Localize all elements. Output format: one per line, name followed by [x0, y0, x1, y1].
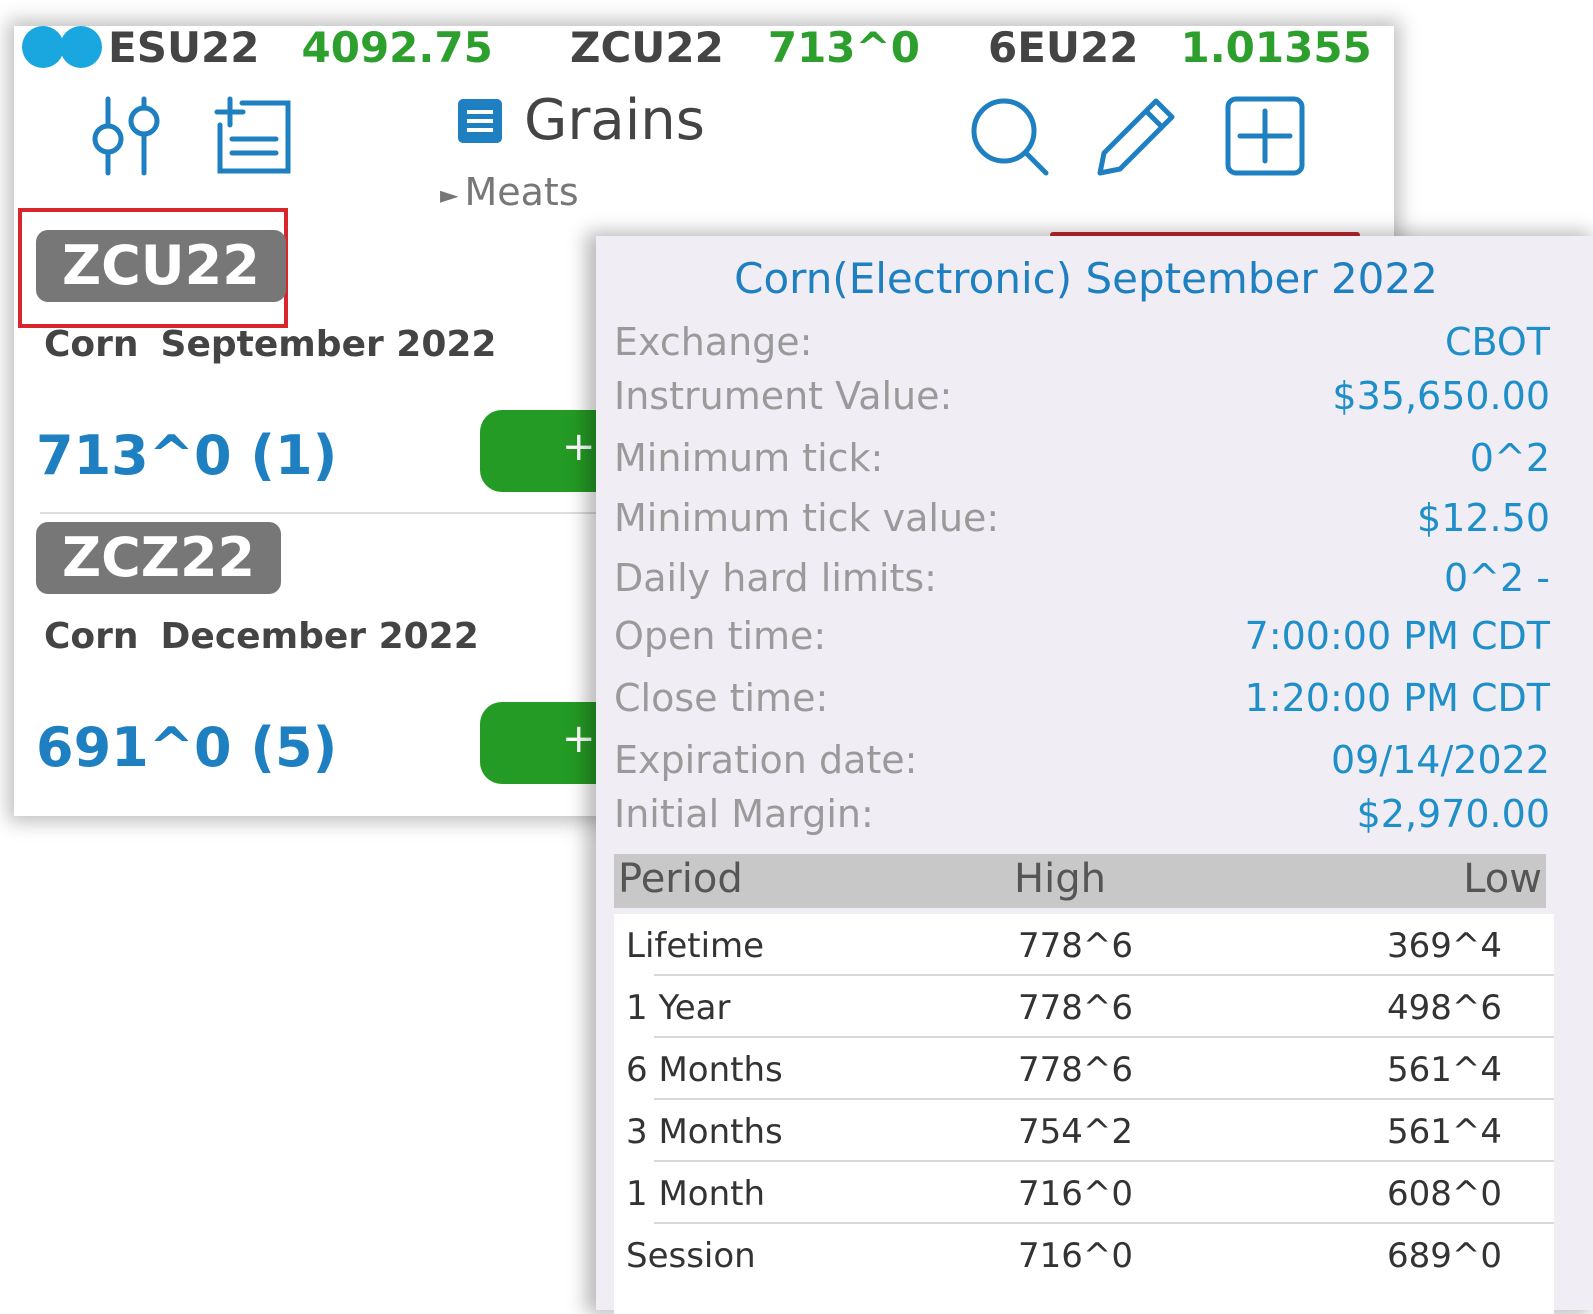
status-dot-icon — [22, 26, 64, 68]
symbol-badge[interactable]: ZCU22 — [36, 230, 286, 302]
period-cell: 6 Months — [626, 1050, 783, 1090]
high-cell: 716^0 — [1018, 1236, 1134, 1276]
info-label: Minimum tick value: — [614, 496, 1000, 540]
period-cell: 1 Year — [626, 988, 731, 1028]
info-value: 0^2 - — [1444, 556, 1550, 600]
low-cell: 561^4 — [1386, 1112, 1502, 1152]
info-label: Instrument Value: — [614, 374, 953, 418]
info-row-minimum-tick: Minimum tick: 0^2 — [614, 436, 1550, 480]
info-value: 1:20:00 PM CDT — [1244, 676, 1550, 720]
info-label: Minimum tick: — [614, 436, 884, 480]
table-row: 1 Year 778^6 498^6 — [614, 976, 1554, 1038]
period-cell: Lifetime — [626, 926, 765, 966]
ticker-item: 6EU22 1.01355 — [988, 22, 1372, 72]
info-row-daily-limits: Daily hard limits: 0^2 - — [614, 556, 1550, 600]
info-row-exchange: Exchange: CBOT — [614, 320, 1550, 364]
info-label: Daily hard limits: — [614, 556, 937, 600]
next-group-label: Meats — [464, 170, 579, 214]
contract-detail-popover: Corn(Electronic) September 2022 Exchange… — [596, 236, 1593, 1314]
add-list-icon[interactable] — [212, 95, 294, 177]
low-cell: 369^4 — [1386, 926, 1502, 966]
history-table-header: Period High Low — [614, 854, 1546, 908]
low-cell: 689^0 — [1386, 1236, 1502, 1276]
table-row: 6 Months 778^6 561^4 — [614, 1038, 1554, 1100]
list-icon — [458, 98, 502, 143]
high-cell: 778^6 — [1018, 1050, 1134, 1090]
contract-month: September 2022 — [160, 324, 497, 365]
info-row-expiration: Expiration date: 09/14/2022 — [614, 738, 1550, 782]
low-cell: 498^6 — [1386, 988, 1502, 1028]
pencil-icon[interactable] — [1096, 95, 1178, 177]
info-row-close-time: Close time: 1:20:00 PM CDT — [614, 676, 1550, 720]
history-table: Lifetime 778^6 369^4 1 Year 778^6 498^6 … — [614, 914, 1554, 1314]
info-value: CBOT — [1444, 320, 1550, 364]
status-dot-icon — [60, 26, 102, 68]
high-cell: 778^6 — [1018, 926, 1134, 966]
high-cell: 716^0 — [1018, 1174, 1134, 1214]
contract-name: Corn — [44, 616, 139, 657]
info-value: $2,970.00 — [1356, 792, 1550, 836]
period-cell: 3 Months — [626, 1112, 783, 1152]
low-cell: 561^4 — [1386, 1050, 1502, 1090]
info-value: 09/14/2022 — [1330, 738, 1550, 782]
column-header-high: High — [1014, 856, 1106, 902]
group-selector[interactable]: Grains — [458, 88, 705, 153]
ticker-symbol[interactable]: ZCU22 — [570, 23, 724, 72]
ticker-value: 1.01355 — [1180, 22, 1372, 72]
contract-description: Corn December 2022 — [44, 616, 479, 657]
period-cell: 1 Month — [626, 1174, 766, 1214]
low-cell: 608^0 — [1386, 1174, 1502, 1214]
contract-price: 713^0 (1) — [36, 424, 338, 487]
contract-description: Corn September 2022 — [44, 324, 496, 365]
info-value: 7:00:00 PM CDT — [1244, 614, 1550, 658]
high-cell: 778^6 — [1018, 988, 1134, 1028]
ticker-symbol[interactable]: ESU22 — [108, 23, 260, 72]
info-label: Close time: — [614, 676, 829, 720]
info-row-initial-margin: Initial Margin: $2,970.00 — [614, 792, 1550, 836]
info-row-minimum-tick-value: Minimum tick value: $12.50 — [614, 496, 1550, 540]
table-row: 1 Month 716^0 608^0 — [614, 1162, 1554, 1224]
sliders-icon[interactable] — [86, 95, 168, 177]
divider — [40, 512, 640, 514]
table-row: 3 Months 754^2 561^4 — [614, 1100, 1554, 1162]
info-label: Expiration date: — [614, 738, 918, 782]
plus-icon: + — [562, 424, 596, 470]
info-label: Initial Margin: — [614, 792, 874, 836]
info-value: 0^2 — [1469, 436, 1550, 480]
plus-icon: + — [562, 716, 596, 762]
triangle-right-icon: ► — [440, 180, 459, 209]
column-header-period: Period — [618, 856, 743, 902]
info-value: $35,650.00 — [1332, 374, 1550, 418]
next-group-link[interactable]: ► Meats — [440, 170, 579, 214]
ticker-item: ZCU22 713^0 — [570, 22, 920, 72]
table-row: Lifetime 778^6 369^4 — [614, 914, 1554, 976]
info-row-open-time: Open time: 7:00:00 PM CDT — [614, 614, 1550, 658]
info-row-instrument-value: Instrument Value: $35,650.00 — [614, 374, 1550, 418]
detail-title: Corn(Electronic) September 2022 — [734, 254, 1438, 303]
info-value: $12.50 — [1417, 496, 1550, 540]
info-label: Open time: — [614, 614, 827, 658]
ticker-symbol[interactable]: 6EU22 — [988, 23, 1138, 72]
period-cell: Session — [626, 1236, 756, 1276]
high-cell: 754^2 — [1018, 1112, 1134, 1152]
column-header-low: Low — [1463, 856, 1542, 902]
ticker-value: 4092.75 — [301, 22, 493, 72]
symbol-badge[interactable]: ZCZ22 — [36, 522, 282, 594]
info-label: Exchange: — [614, 320, 813, 364]
contract-name: Corn — [44, 324, 139, 365]
ticker-value: 713^0 — [767, 22, 920, 72]
search-icon[interactable] — [968, 95, 1050, 177]
ticker-bar: ESU22 4092.75 — [22, 22, 493, 72]
plus-square-icon[interactable] — [1224, 95, 1306, 177]
group-title: Grains — [524, 88, 705, 153]
contract-price: 691^0 (5) — [36, 716, 338, 779]
contract-month: December 2022 — [160, 616, 479, 657]
table-row: Session 716^0 689^0 — [614, 1224, 1554, 1286]
